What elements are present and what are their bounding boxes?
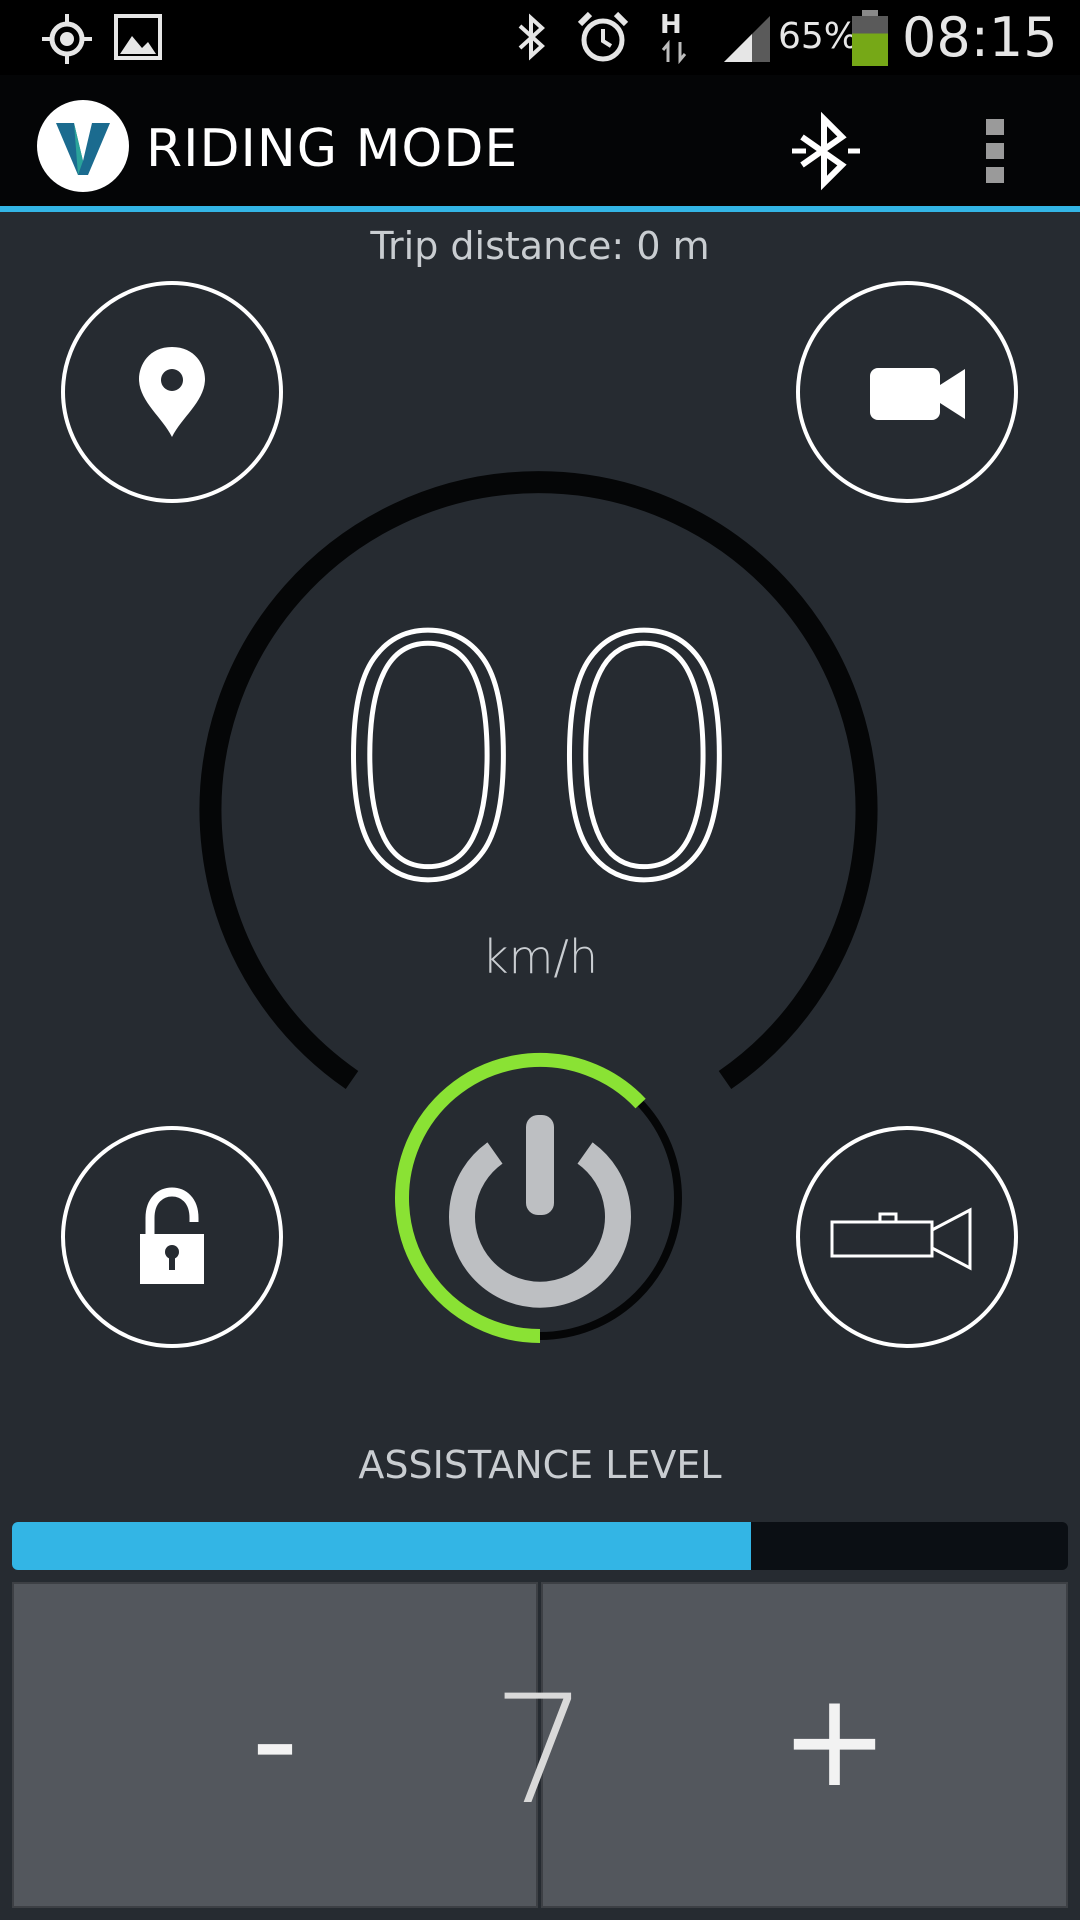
camera-button[interactable] <box>796 281 1018 503</box>
map-pin-icon <box>139 347 205 437</box>
video-camera-icon <box>870 368 965 420</box>
assistance-level-fill <box>12 1522 752 1570</box>
power-icon <box>449 1115 631 1308</box>
speed-value-text: 00 <box>324 575 756 925</box>
speed-unit: km/h <box>481 930 599 984</box>
horn-icon <box>830 1207 972 1271</box>
power-button[interactable] <box>385 1048 695 1358</box>
assistance-level-value: 7 <box>492 1664 588 1838</box>
unlocked-padlock-icon <box>140 1187 204 1284</box>
assistance-level-title: ASSISTANCE LEVEL <box>358 1443 722 1487</box>
assistance-level-bar[interactable] <box>12 1522 1068 1570</box>
horn-button[interactable] <box>796 1126 1018 1348</box>
lock-button[interactable] <box>61 1126 283 1348</box>
speed-value: 00 <box>322 575 756 925</box>
location-button[interactable] <box>61 281 283 503</box>
